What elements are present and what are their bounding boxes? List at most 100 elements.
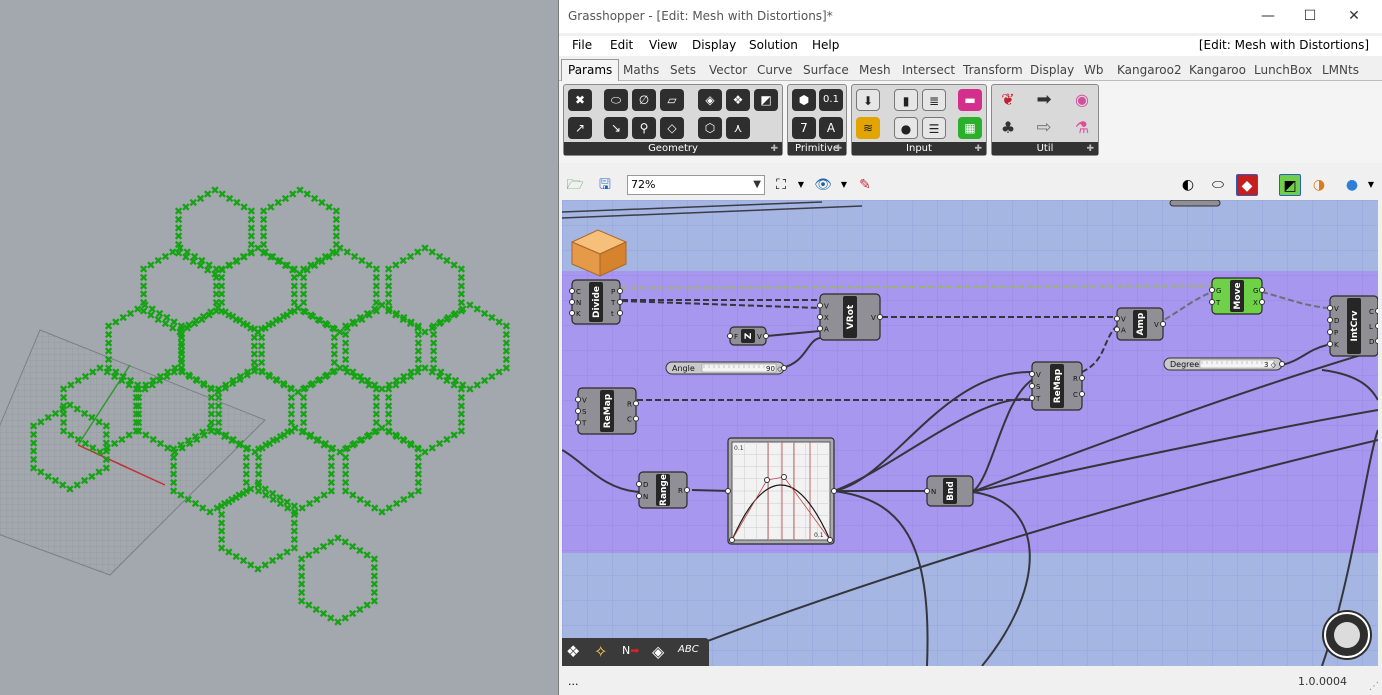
output-grip[interactable] [1259, 287, 1265, 293]
menu-file[interactable]: File [572, 38, 592, 52]
preview-wire-icon[interactable]: ⬭ [1207, 174, 1229, 196]
output-grip[interactable] [1079, 375, 1085, 381]
component-divide[interactable]: Divide CNK PTt [569, 279, 623, 325]
grasshopper-canvas[interactable]: Divide C N K P Tt VRot V X A V Z F V Angle 90 ◇ Amp V A V Mo… [562, 200, 1378, 666]
output-grip[interactable] [684, 487, 690, 493]
component-bnd[interactable]: Bnd N [924, 475, 974, 507]
input-grip[interactable] [575, 408, 581, 414]
graph-mapper[interactable]: 0.1 0.1 [725, 437, 837, 545]
tab-vector[interactable]: Vector [709, 63, 747, 77]
viewport-canvas[interactable]: ✖✖✖✖✖✖✖✖✖✖✖✖✖✖✖✖✖✖✖✖✖✖✖✖✖✖✖✖✖✖✖✖✖✖✖✖✖✖✖✖… [0, 0, 558, 695]
input-grip[interactable] [817, 325, 823, 332]
tab-kangaroo[interactable]: Kangaroo [1189, 63, 1246, 77]
colour-swatch-icon[interactable]: ▦ [958, 117, 982, 139]
tree-icon[interactable]: ♣ [996, 117, 1020, 139]
text-param-icon[interactable]: A [819, 117, 843, 139]
component-amp[interactable]: AmpVAV [1114, 307, 1166, 341]
toggle-icon[interactable]: ▮ [894, 89, 918, 111]
slider-angle[interactable]: Angle 90 ◇ [665, 361, 787, 375]
input-grip[interactable] [1114, 326, 1120, 333]
output-grip[interactable] [763, 333, 769, 339]
input-grip[interactable] [575, 419, 581, 426]
output-grip[interactable] [633, 400, 639, 407]
close-button[interactable]: ✕ [1343, 6, 1365, 26]
input-grip[interactable] [1029, 395, 1035, 401]
geometry-param-icon[interactable]: ✖ [568, 89, 592, 111]
navigation-compass-icon[interactable] [1324, 612, 1370, 658]
flask-icon[interactable]: ⚗ [1070, 117, 1094, 139]
slider-degree[interactable]: Degree 3 ◇ [1163, 357, 1285, 371]
canvas-drawing[interactable]: DivideCNKPTt VRotVXAVZF VAngle 90 ◇AmpVAVMo… [562, 200, 1378, 666]
title-bar[interactable]: Grasshopper - [Edit: Mesh with Distortio… [559, 0, 1382, 33]
input-grip[interactable] [1327, 329, 1333, 335]
component-remap1[interactable]: ReMap VST RC [575, 387, 639, 435]
number-param-icon[interactable]: 0.1 [819, 89, 843, 111]
brep-param-icon[interactable]: ◩ [754, 89, 778, 111]
integer-seven-icon[interactable]: 7 [792, 117, 816, 139]
panel-expand-icon[interactable]: ✚ [974, 144, 982, 154]
preview-mesh-icon[interactable]: ◩ [1279, 174, 1301, 196]
zoom-extents-icon[interactable]: ⛶ [770, 174, 792, 196]
transform-param-icon[interactable]: ⋏ [726, 117, 750, 139]
tab-curve[interactable]: Curve [757, 63, 792, 77]
menu-display[interactable]: Display [692, 38, 736, 52]
tab-surface[interactable]: Surface [803, 63, 849, 77]
open-file-icon[interactable]: 🗁 [564, 174, 586, 196]
diamond-widget-icon[interactable]: ◈ [652, 642, 664, 661]
input-grip[interactable] [1029, 371, 1035, 377]
input-grip[interactable] [924, 488, 930, 494]
tab-intersect[interactable]: Intersect [902, 63, 955, 77]
arrow-right-icon[interactable]: ➡ [1032, 89, 1056, 111]
preview-eye-icon[interactable]: 👁 [812, 174, 834, 196]
panel-util-label[interactable]: Util [992, 142, 1098, 155]
sketch-pen-icon[interactable]: ✎ [854, 174, 876, 196]
tab-transform[interactable]: Transform [963, 63, 1023, 77]
tab-params[interactable]: Params [561, 59, 620, 82]
panel-input-label[interactable]: Input [852, 142, 986, 155]
component-intcrv[interactable]: IntCrvVDPKCLD [1327, 295, 1379, 357]
input-grip[interactable] [727, 333, 733, 339]
rhino-viewport[interactable]: ✖ ✖ ✖ ✖ ✖ ✖ ✖ ✖ ✖ ✖ ✖ ✖ ✖ ✖ ✖ ✖ ✖ ✖ ✖ ✖ ✖ ✖ ✖ ✖ ✖ ✖ ✖ ✖ ✖ ✖ ✖ ✖ ✖ ✖ ✖ ✖ ✖ ✖ ✖ ✖… [0, 0, 558, 695]
zoom-dropdown[interactable]: 72% ▼ [627, 175, 765, 195]
output-grip[interactable] [1375, 308, 1379, 314]
tab-lunchbox[interactable]: LunchBox [1254, 63, 1312, 77]
input-grip[interactable] [569, 299, 575, 305]
menu-view[interactable]: View [649, 38, 677, 52]
output-grip[interactable] [617, 288, 623, 294]
chevron-down-icon[interactable]: ▼ [833, 174, 855, 196]
input-grip[interactable] [1029, 383, 1035, 389]
gradient-icon[interactable]: ▬ [958, 89, 982, 111]
input-grip[interactable] [569, 310, 575, 316]
preview-selected-icon[interactable]: ◆ [1236, 174, 1258, 196]
input-grip[interactable] [817, 302, 823, 309]
input-grip[interactable] [1209, 299, 1215, 305]
partial-component[interactable] [1169, 200, 1221, 207]
output-grip[interactable] [877, 314, 883, 320]
tab-wb[interactable]: Wb [1084, 63, 1103, 77]
panel-expand-icon[interactable]: ✚ [1086, 144, 1094, 154]
save-file-icon[interactable]: 🖫 [594, 174, 616, 196]
mesh-widget-icon[interactable]: ❖ [566, 642, 580, 661]
panel-expand-icon[interactable]: ✚ [834, 144, 842, 154]
chevron-down-icon[interactable]: ▼ [790, 174, 812, 196]
input-grip[interactable] [1327, 341, 1333, 347]
panel-icon[interactable]: ≣ [922, 89, 946, 111]
output-grip[interactable] [617, 299, 623, 305]
menu-help[interactable]: Help [812, 38, 839, 52]
input-grip[interactable] [1114, 315, 1120, 322]
input-grip[interactable] [1327, 317, 1333, 323]
maximize-button[interactable]: ☐ [1299, 6, 1321, 26]
menu-edit[interactable]: Edit [610, 38, 633, 52]
compass-widget-icon[interactable]: ✧ [594, 642, 607, 661]
component-remap2[interactable]: ReMap VST RC [1029, 361, 1085, 411]
circle-param-icon[interactable]: ⬭ [604, 89, 628, 111]
output-grip[interactable] [1259, 299, 1265, 305]
arrow-outline-icon[interactable]: ⇨ [1032, 117, 1056, 139]
output-grip[interactable] [1079, 391, 1085, 397]
graph-mapper-icon[interactable]: ≋ [856, 117, 880, 139]
input-grip[interactable] [636, 481, 642, 487]
preview-colour-icon[interactable]: ◑ [1308, 174, 1330, 196]
point-param-icon[interactable]: ⚲ [632, 117, 656, 139]
cherry-picker-icon[interactable]: ❦ [996, 89, 1020, 111]
input-grip[interactable] [1209, 287, 1215, 293]
